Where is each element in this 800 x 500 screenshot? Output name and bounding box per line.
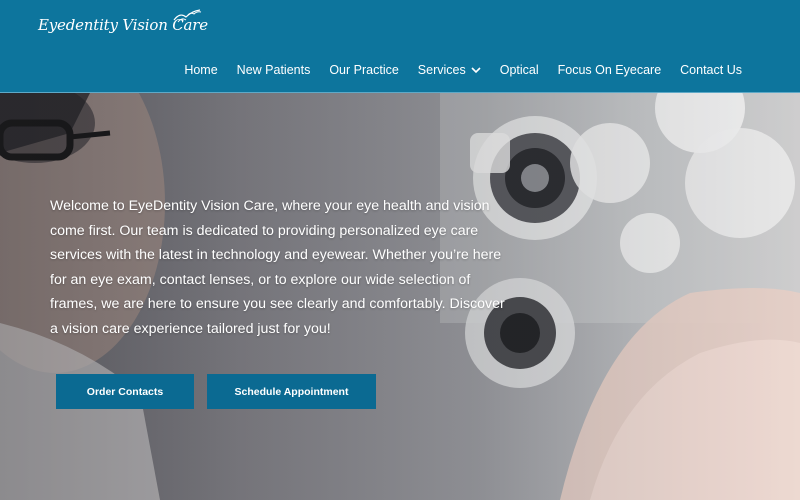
nav-item-new-patients[interactable]: New Patients	[237, 63, 311, 77]
nav-label: Our Practice	[329, 63, 399, 77]
nav-label: Focus On Eyecare	[557, 63, 662, 77]
hero-section: Welcome to EyeDentity Vision Care, where…	[0, 93, 800, 500]
nav-label: Optical	[499, 63, 539, 77]
site-logo[interactable]: Eyedentity Vision Care	[38, 9, 208, 40]
main-nav: Home New Patients Our Practice Services …	[184, 60, 742, 80]
nav-label: Contact Us	[680, 63, 742, 77]
order-contacts-button[interactable]: Order Contacts	[56, 374, 194, 409]
nav-item-home[interactable]: Home	[184, 63, 217, 77]
nav-item-optical[interactable]: Optical	[500, 63, 539, 77]
hero-intro-text: Welcome to EyeDentity Vision Care, where…	[50, 198, 505, 337]
nav-label: Services	[417, 63, 466, 77]
chevron-down-icon	[471, 66, 481, 73]
birds-icon	[173, 9, 202, 23]
site-header: Eyedentity Vision Care Home New Patients…	[0, 0, 800, 93]
schedule-appointment-button[interactable]: Schedule Appointment	[207, 374, 376, 409]
nav-label: New Patients	[236, 63, 311, 77]
nav-item-services[interactable]: Services	[418, 63, 481, 77]
nav-label: Home	[184, 63, 218, 77]
nav-item-our-practice[interactable]: Our Practice	[329, 63, 398, 77]
nav-item-focus-on-eyecare[interactable]: Focus On Eyecare	[558, 63, 662, 77]
nav-item-contact-us[interactable]: Contact Us	[680, 63, 742, 77]
